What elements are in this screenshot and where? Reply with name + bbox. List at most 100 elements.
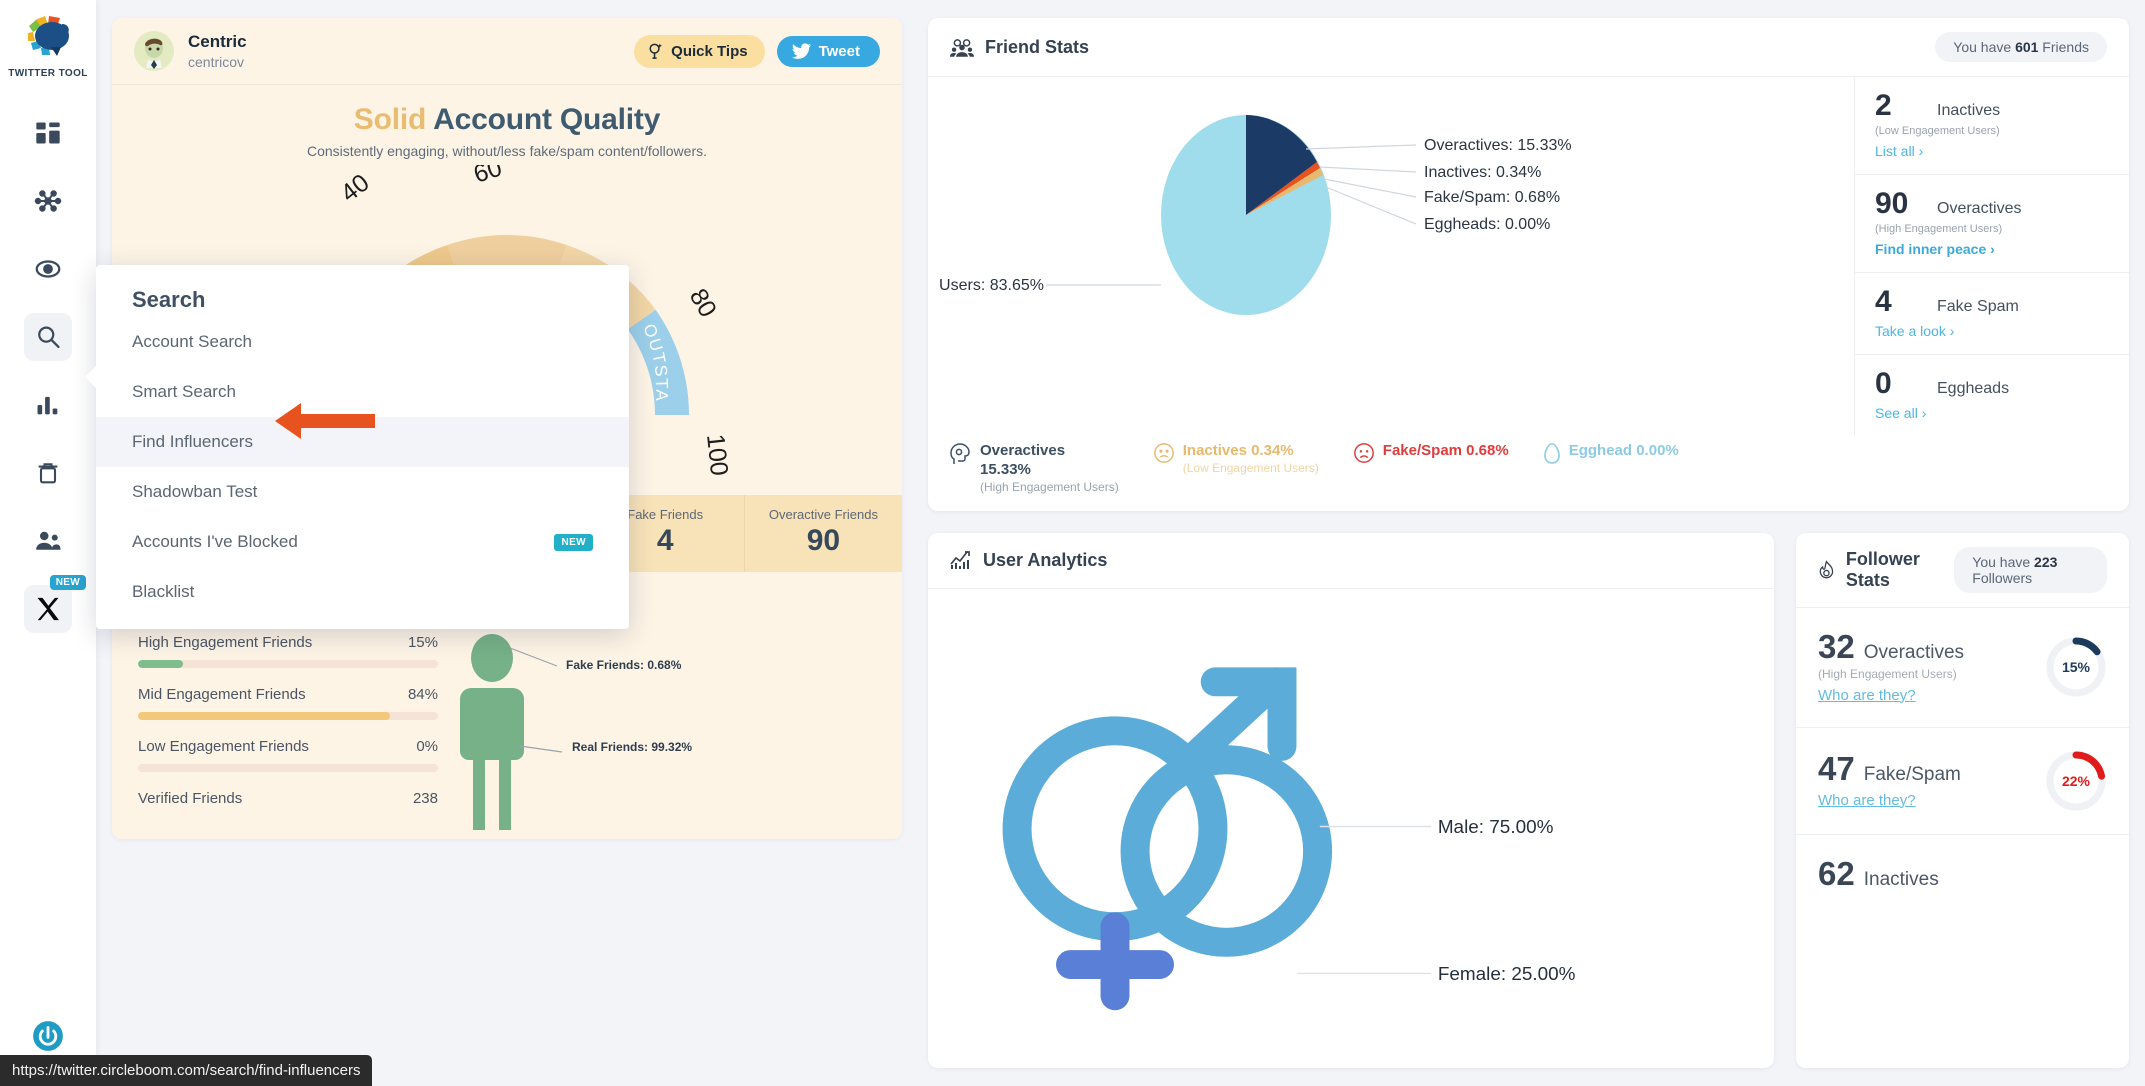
pointer-arrow-icon: [275, 403, 375, 439]
user-analytics-card: User Analytics Male: 75.00% Female: 25.0…: [928, 532, 1774, 1069]
followers-pill-count: 223: [2034, 553, 2058, 570]
friend-stats-legend: Overactives 15.33% (High Engagement User…: [928, 436, 2129, 511]
account-handle: centricov: [188, 53, 245, 70]
menu-item-label: Smart Search: [132, 382, 236, 401]
pie-label-eggheads: Eggheads: 0.00%: [1424, 216, 1550, 233]
friend-stats-header: Friend Stats You have 601 Friends: [928, 18, 2129, 77]
sidebar-item-people[interactable]: [24, 517, 72, 565]
header-actions: Quick Tips Tweet: [634, 34, 880, 68]
bar-chart-icon: [37, 396, 58, 415]
followers-pill-suffix: Followers: [1972, 569, 2033, 586]
follower-name: Fake/Spam: [1863, 763, 1961, 785]
sidebar-item-monitor[interactable]: [24, 245, 72, 293]
follower-row-inactives: 62 Inactives: [1796, 835, 2129, 913]
menu-item-shadowban-test[interactable]: Shadowban Test: [96, 467, 629, 517]
follower-note: (High Engagement Users): [1818, 666, 1957, 681]
menu-item-label: Blacklist: [132, 582, 195, 601]
engagement-bar-row: High Engagement Friends 15%: [138, 634, 438, 668]
menu-item-label: Accounts I've Blocked: [132, 532, 298, 551]
quick-tips-label: Quick Tips: [671, 42, 748, 60]
friend-stat-number: 4: [1875, 285, 1892, 318]
friend-stats-body: Overactives: 15.33% Inactives: 0.34% Fak…: [928, 77, 2129, 436]
sidebar-nav: NEW: [0, 109, 96, 633]
follower-number: 47: [1818, 749, 1855, 787]
follower-donut-fake-spam: 22%: [2045, 750, 2107, 812]
tweet-button[interactable]: Tweet: [776, 35, 880, 67]
search-dropdown-menu: Search Account Search Smart Search Find …: [85, 265, 629, 629]
eye-target-icon: [35, 260, 61, 278]
follower-donut-overactives: 15%: [2045, 636, 2107, 698]
legend-title: Inactives 0.34%: [1182, 442, 1294, 459]
tweet-label: Tweet: [818, 42, 860, 60]
friends-pill-count: 601: [2015, 39, 2039, 55]
pie-label-fakespam: Fake/Spam: 0.68%: [1424, 189, 1560, 206]
follower-stats-title: Follower Stats: [1818, 549, 1940, 591]
menu-item-accounts-ive-blocked[interactable]: Accounts I've Blocked NEW: [96, 517, 629, 567]
stat-label: Overactive Friends: [768, 507, 878, 522]
sidebar-item-network[interactable]: [24, 177, 72, 225]
twitter-bird-icon: [791, 42, 811, 59]
friend-stat-link[interactable]: List all ›: [1875, 143, 1923, 159]
sad-face-icon: [1153, 443, 1174, 463]
legend-item-egghead: Egghead 0.00%: [1543, 442, 1679, 466]
user-analytics-body: Male: 75.00% Female: 25.00%: [928, 589, 1774, 1069]
flame-icon: [1819, 559, 1834, 578]
twitter-tool-logo-icon: [27, 16, 69, 56]
friend-stat-number: 90: [1875, 187, 1909, 220]
gauge-tick-60: 60: [470, 165, 505, 189]
friend-stat-name: Eggheads: [1937, 380, 2010, 397]
bar-label: Verified Friends: [138, 790, 243, 807]
gender-label-male: Male: 75.00%: [1438, 817, 1554, 838]
status-bar: https://twitter.circleboom.com/search/fi…: [0, 1055, 373, 1086]
friend-stat-number: 0: [1875, 367, 1892, 400]
avatar-image: [134, 31, 174, 71]
friends-pill-prefix: You have: [1953, 39, 2016, 55]
menu-item-blacklist[interactable]: Blacklist: [96, 567, 629, 617]
follower-row-fake-spam: 47 Fake/Spam Who are they? 22%: [1796, 728, 2129, 835]
dropdown-title: Search: [132, 287, 206, 312]
sidebar-item-analytics[interactable]: [24, 381, 72, 429]
bar-value: 84%: [407, 686, 438, 703]
friend-stat-eggheads: 0 Eggheads See all ›: [1855, 355, 2129, 436]
legend-title: Egghead 0.00%: [1568, 442, 1679, 459]
quick-tips-button[interactable]: Quick Tips: [634, 34, 765, 68]
friend-stat-name: Overactives: [1937, 200, 2022, 217]
lightbulb-icon: [649, 43, 663, 59]
engagement-bars: High Engagement Friends 15% Mid Engageme…: [138, 634, 438, 839]
menu-item-label: Shadowban Test: [132, 482, 258, 501]
quality-title-rest: Account Quality: [433, 103, 661, 136]
bar-track: [138, 712, 438, 720]
x-logo-icon: [37, 597, 59, 621]
follower-number: 62: [1818, 854, 1855, 892]
follower-link[interactable]: Who are they?: [1818, 687, 1916, 704]
sidebar-item-power[interactable]: [24, 1012, 72, 1060]
friend-stats-chart-area: Overactives: 15.33% Inactives: 0.34% Fak…: [928, 77, 1854, 436]
avatar: [134, 31, 174, 71]
sidebar-new-badge: NEW: [49, 575, 86, 590]
friend-stat-link[interactable]: Find inner peace ›: [1875, 241, 1995, 257]
sidebar-item-cleanup[interactable]: [24, 449, 72, 497]
right-column: Friend Stats You have 601 Friends Overac…: [928, 18, 2129, 1068]
gender-symbol-chart: Male: 75.00% Female: 25.00%: [1002, 666, 1576, 1010]
friend-stat-link[interactable]: Take a look ›: [1875, 323, 1954, 339]
user-analytics-header: User Analytics: [928, 533, 1774, 589]
follower-link[interactable]: Who are they?: [1818, 792, 1916, 809]
bar-fill: [138, 712, 390, 720]
friend-stat-link[interactable]: See all ›: [1875, 405, 1926, 421]
friend-stats-side-list: 2 Inactives (Low Engagement Users) List …: [1854, 77, 2129, 436]
sidebar-item-dashboard[interactable]: [24, 109, 72, 157]
menu-item-account-search[interactable]: Account Search: [96, 317, 629, 367]
stat-cell: Overactive Friends 90: [745, 495, 902, 572]
users-icon: [36, 531, 61, 550]
legend-title: Fake/Spam 0.68%: [1382, 442, 1509, 459]
sidebar-item-x-twitter[interactable]: NEW: [24, 575, 86, 633]
stat-number: 90: [806, 524, 841, 557]
legend-item-inactives: Inactives 0.34% (Low Engagement Users): [1153, 442, 1319, 476]
friends-person-graphic: Fake Friends: 0.68% Real Friends: 99.32%: [438, 634, 876, 839]
sidebar-item-search[interactable]: [24, 313, 72, 361]
legend-item-overactives: Overactives 15.33% (High Engagement User…: [950, 442, 1119, 495]
user-analytics-title: User Analytics: [950, 550, 1107, 571]
friend-stats-card: Friend Stats You have 601 Friends Overac…: [928, 18, 2129, 511]
legend-value: 15.33%: [980, 460, 1031, 478]
head-gear-icon: [950, 443, 970, 464]
